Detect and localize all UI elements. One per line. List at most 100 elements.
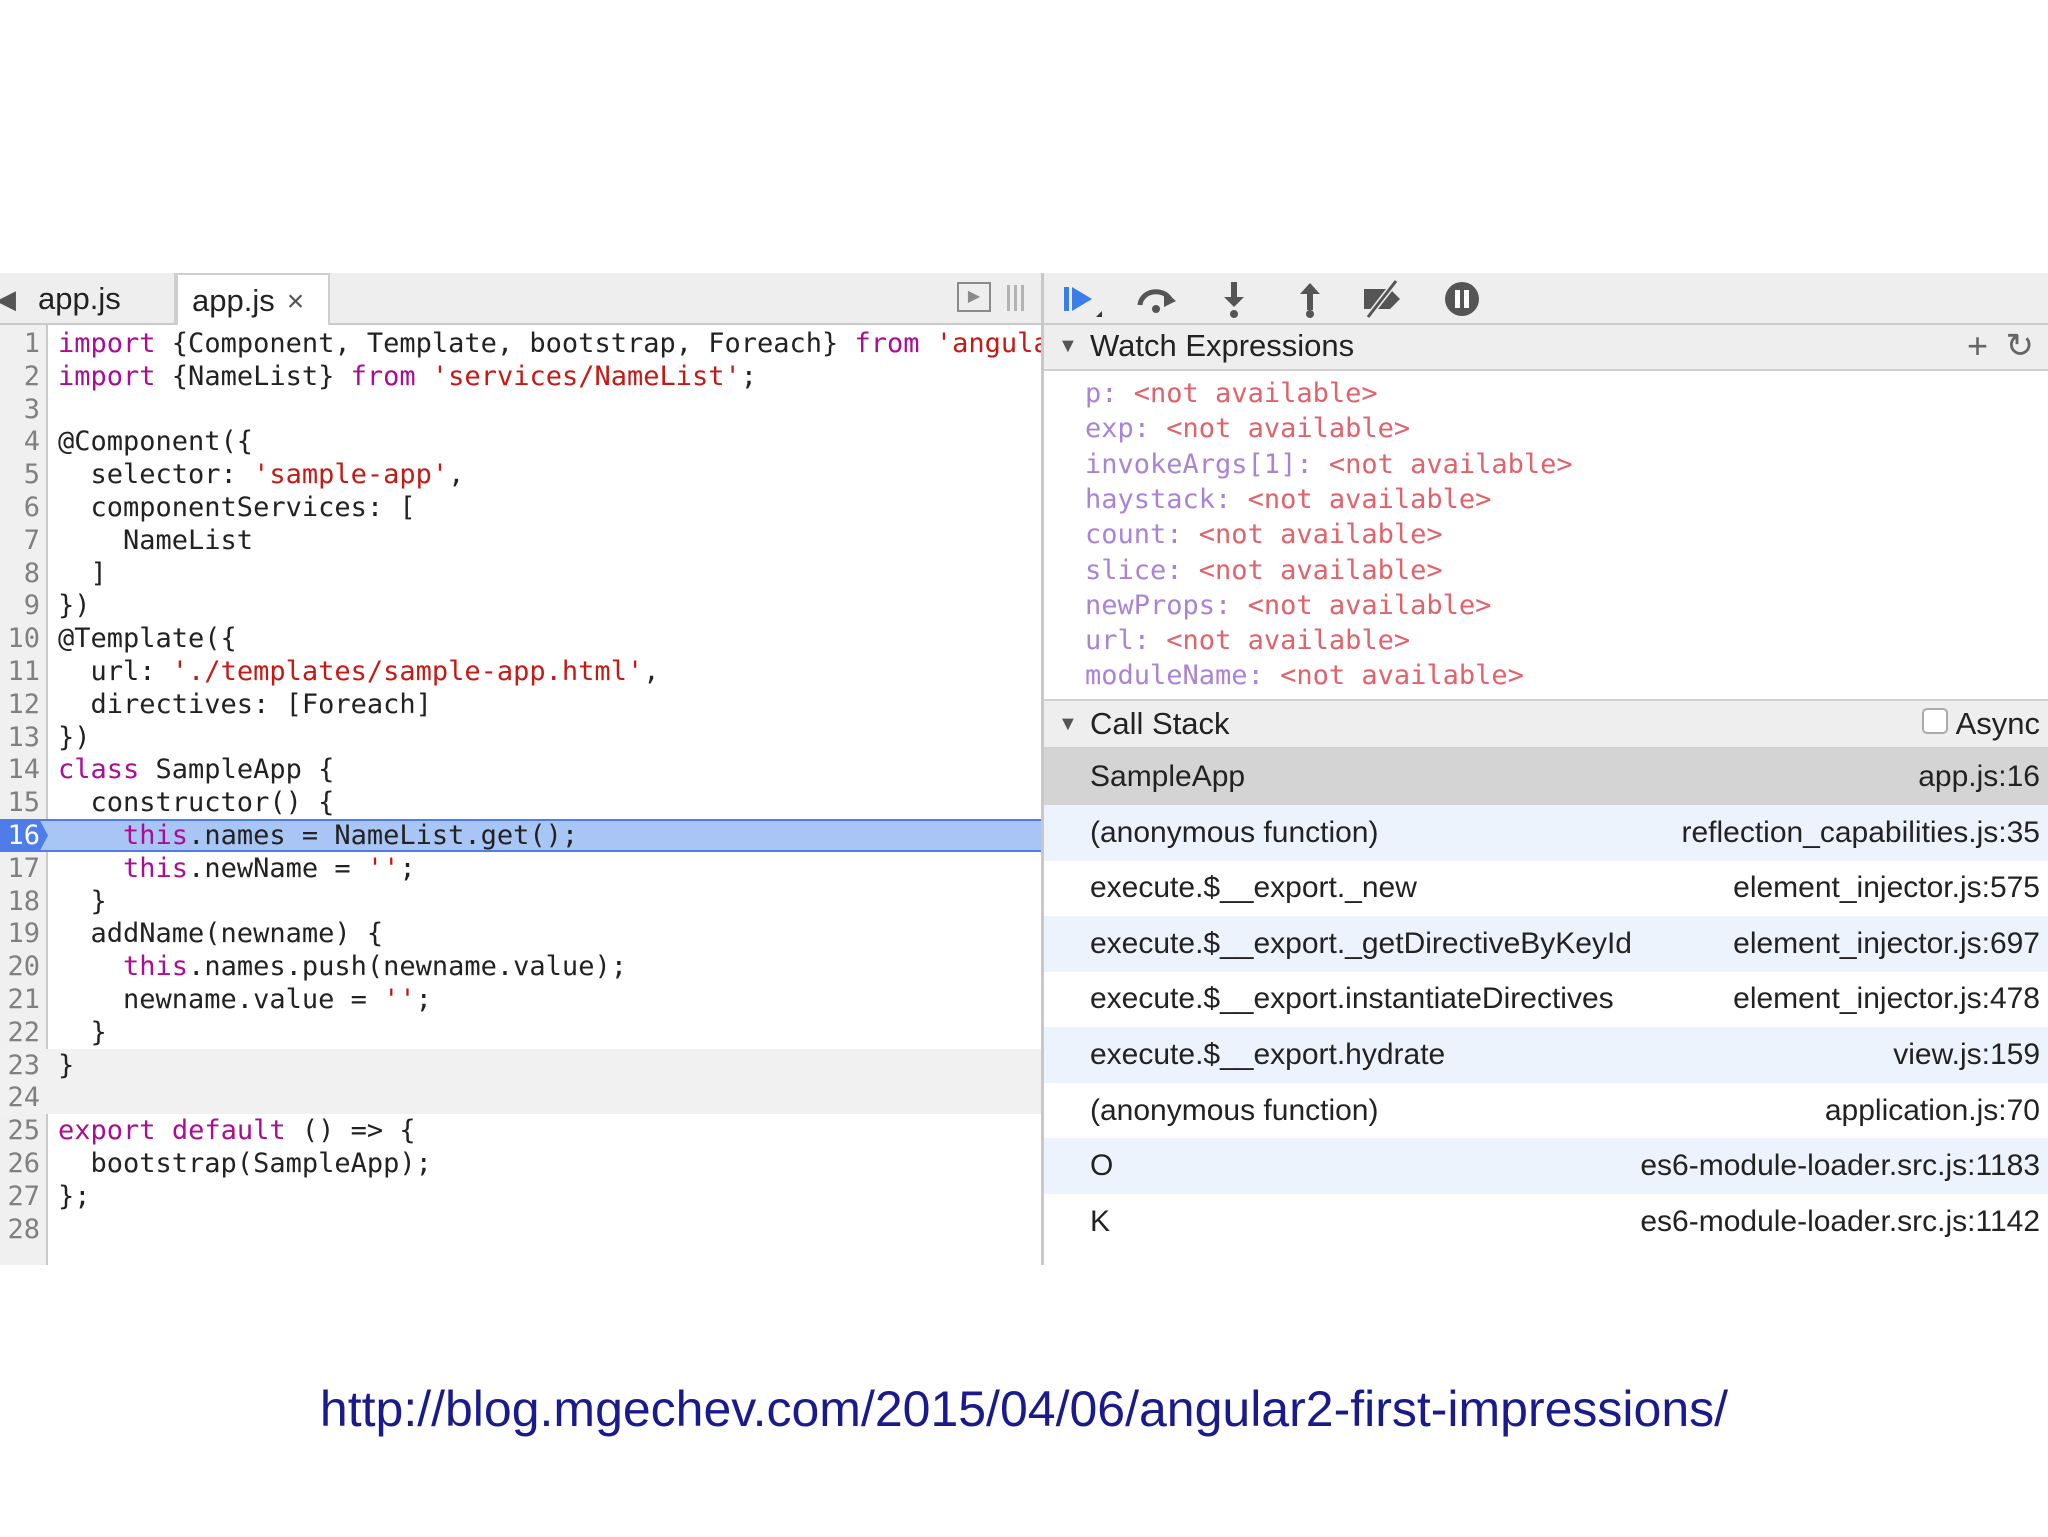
toggle-debugger-sidebar-icon[interactable]: ▶ (957, 282, 991, 312)
line-number[interactable]: 27 (0, 1180, 40, 1213)
pause-on-exceptions-icon[interactable] (1440, 279, 1484, 319)
line-number[interactable]: 3 (0, 393, 40, 426)
watch-expression-item[interactable]: exp: <not available> (1085, 411, 1410, 446)
line-number[interactable]: 9 (0, 589, 40, 622)
code-line[interactable]: 27}; (0, 1180, 1041, 1213)
code-line[interactable]: 21 newname.value = ''; (0, 983, 1041, 1016)
close-tab-icon[interactable]: × (287, 285, 305, 318)
frame-location-link[interactable]: es6-module-loader.src.js:1142 (1640, 1194, 2040, 1250)
line-number[interactable]: 20 (0, 950, 40, 983)
code-line[interactable]: 10 @Template({ (0, 622, 1041, 655)
line-number[interactable]: 2 (0, 360, 40, 393)
code-line[interactable]: 22 } (0, 1016, 1041, 1049)
code-line[interactable]: 18 } (0, 885, 1041, 918)
line-number[interactable]: 15 (0, 786, 40, 819)
code-editor[interactable]: 1 import {Component, Template, bootstrap,… (0, 325, 1041, 1265)
watch-expression-item[interactable]: moduleName: <not available> (1085, 658, 1524, 693)
code-line[interactable]: 16 this.names = NameList.get(); (0, 819, 1041, 852)
line-number[interactable]: 4 (0, 425, 40, 458)
frame-location-link[interactable]: element_injector.js:478 (1733, 971, 2040, 1027)
call-stack-frame[interactable]: (anonymous function) application.js:70 (1044, 1083, 2048, 1139)
tab-app-js-active[interactable]: app.js × (176, 273, 330, 325)
call-stack-frame[interactable]: SampleApp app.js:16 (1044, 749, 2048, 805)
call-stack-frame[interactable]: Oes6-module-loader.src.js:1183 (1044, 1138, 2048, 1195)
tab-app-js-prev[interactable]: ◀ app.js (0, 273, 176, 323)
line-number[interactable]: 12 (0, 688, 40, 721)
line-number[interactable]: 26 (0, 1147, 40, 1180)
step-out-icon[interactable] (1288, 279, 1332, 319)
code-line[interactable]: 26 bootstrap(SampleApp); (0, 1147, 1041, 1180)
line-number[interactable]: 6 (0, 491, 40, 524)
frame-location-link[interactable]: element_injector.js:697 (1733, 916, 2040, 972)
code-line[interactable]: 24 (0, 1081, 1041, 1115)
add-watch-icon[interactable]: + (1967, 325, 1988, 367)
code-line[interactable]: 3 (0, 393, 1041, 426)
line-number[interactable]: 21 (0, 983, 40, 1016)
code-line[interactable]: 25 export default () => { (0, 1114, 1041, 1147)
call-stack-frame[interactable]: execute.$__export._new element_injector.j… (1044, 860, 2048, 916)
code-line[interactable]: 17 this.newName = ''; (0, 852, 1041, 885)
code-line[interactable]: 20 this.names.push(newname.value); (0, 950, 1041, 983)
code-line[interactable]: 4 @Component({ (0, 425, 1041, 458)
watch-expression-item[interactable]: newProps: <not available> (1085, 588, 1491, 623)
deactivate-breakpoints-icon[interactable] (1360, 279, 1404, 319)
line-number[interactable]: 5 (0, 458, 40, 491)
watch-expressions-header[interactable]: ▼ Watch Expressions + ↻ (1044, 325, 2048, 371)
watch-expression-item[interactable]: count: <not available> (1085, 517, 1443, 552)
resume-icon[interactable] (1060, 279, 1104, 319)
frame-location-link[interactable]: reflection_capabilities.js:35 (1681, 805, 2040, 861)
line-number[interactable]: 13 (0, 721, 40, 754)
line-number[interactable]: 7 (0, 524, 40, 557)
watch-expression-item[interactable]: slice: <not available> (1085, 553, 1443, 588)
watch-expression-item[interactable]: url: <not available> (1085, 623, 1410, 658)
frame-location-link[interactable]: element_injector.js:575 (1733, 860, 2040, 916)
call-stack-frame[interactable]: execute.$__export.instantiateDirectives e… (1044, 971, 2048, 1027)
line-number[interactable]: 8 (0, 557, 40, 590)
code-line[interactable]: 14 class SampleApp { (0, 753, 1041, 786)
line-number[interactable]: 16 (0, 821, 40, 850)
code-line[interactable]: 12 directives: [Foreach] (0, 688, 1041, 721)
code-line[interactable]: 8 ] (0, 557, 1041, 590)
frame-location-link[interactable]: application.js:70 (1825, 1083, 2040, 1139)
code-line[interactable]: 9}) (0, 589, 1041, 622)
watch-expression-item[interactable]: p: <not available> (1085, 376, 1378, 411)
source-url-link[interactable]: http://blog.mgechev.com/2015/04/06/angul… (0, 1380, 2048, 1438)
frame-location-link[interactable]: view.js:159 (1893, 1027, 2040, 1083)
code-line[interactable]: 28 (0, 1213, 1041, 1246)
call-stack-frame[interactable]: execute.$__export.hydrate view.js:159 (1044, 1027, 2048, 1083)
navigator-arrow-icon[interactable]: ◀ (0, 273, 16, 325)
drag-handle-icon[interactable] (1007, 285, 1027, 311)
line-number[interactable]: 23 (0, 1049, 40, 1082)
code-line[interactable]: 2 import {NameList} from 'services/NameLi… (0, 360, 1041, 393)
watch-expression-item[interactable]: invokeArgs[1]: <not available> (1085, 447, 1573, 482)
frame-location-link[interactable]: app.js:16 (1918, 749, 2040, 805)
line-number[interactable]: 17 (0, 852, 40, 885)
code-line[interactable]: 23} (0, 1048, 1041, 1082)
call-stack-header[interactable]: ▼ Call Stack Async (1044, 699, 2048, 749)
line-number[interactable]: 1 (0, 327, 40, 360)
line-number[interactable]: 25 (0, 1114, 40, 1147)
step-over-icon[interactable] (1134, 279, 1178, 319)
refresh-icon[interactable]: ↻ (2006, 325, 2035, 367)
call-stack-frame[interactable]: Kes6-module-loader.src.js:1142 (1044, 1194, 2048, 1250)
step-into-icon[interactable] (1212, 279, 1256, 319)
line-number[interactable]: 11 (0, 655, 40, 688)
frame-location-link[interactable]: es6-module-loader.src.js:1183 (1640, 1138, 2040, 1194)
code-line[interactable]: 11 url: './templates/sample-app.html', (0, 655, 1041, 688)
code-line[interactable]: 1 import {Component, Template, bootstrap,… (0, 327, 1041, 360)
line-number[interactable]: 10 (0, 622, 40, 655)
line-number[interactable]: 18 (0, 885, 40, 918)
expand-triangle-icon[interactable]: ▼ (1058, 325, 1078, 367)
code-line[interactable]: 19 addName(newname) { (0, 917, 1041, 950)
expand-triangle-icon[interactable]: ▼ (1058, 701, 1078, 747)
call-stack-frame[interactable]: execute.$__export._getDirectiveByKeyId el… (1044, 915, 2048, 972)
async-checkbox[interactable] (1922, 708, 1948, 734)
code-line[interactable]: 15 constructor() { (0, 786, 1041, 819)
line-number[interactable]: 22 (0, 1016, 40, 1049)
code-line[interactable]: 5 selector: 'sample-app', (0, 458, 1041, 491)
code-line[interactable]: 13}) (0, 721, 1041, 754)
line-number[interactable]: 24 (0, 1081, 40, 1114)
watch-expression-item[interactable]: haystack: <not available> (1085, 482, 1491, 517)
line-number[interactable]: 28 (0, 1213, 40, 1246)
code-line[interactable]: 6 componentServices: [ (0, 491, 1041, 524)
